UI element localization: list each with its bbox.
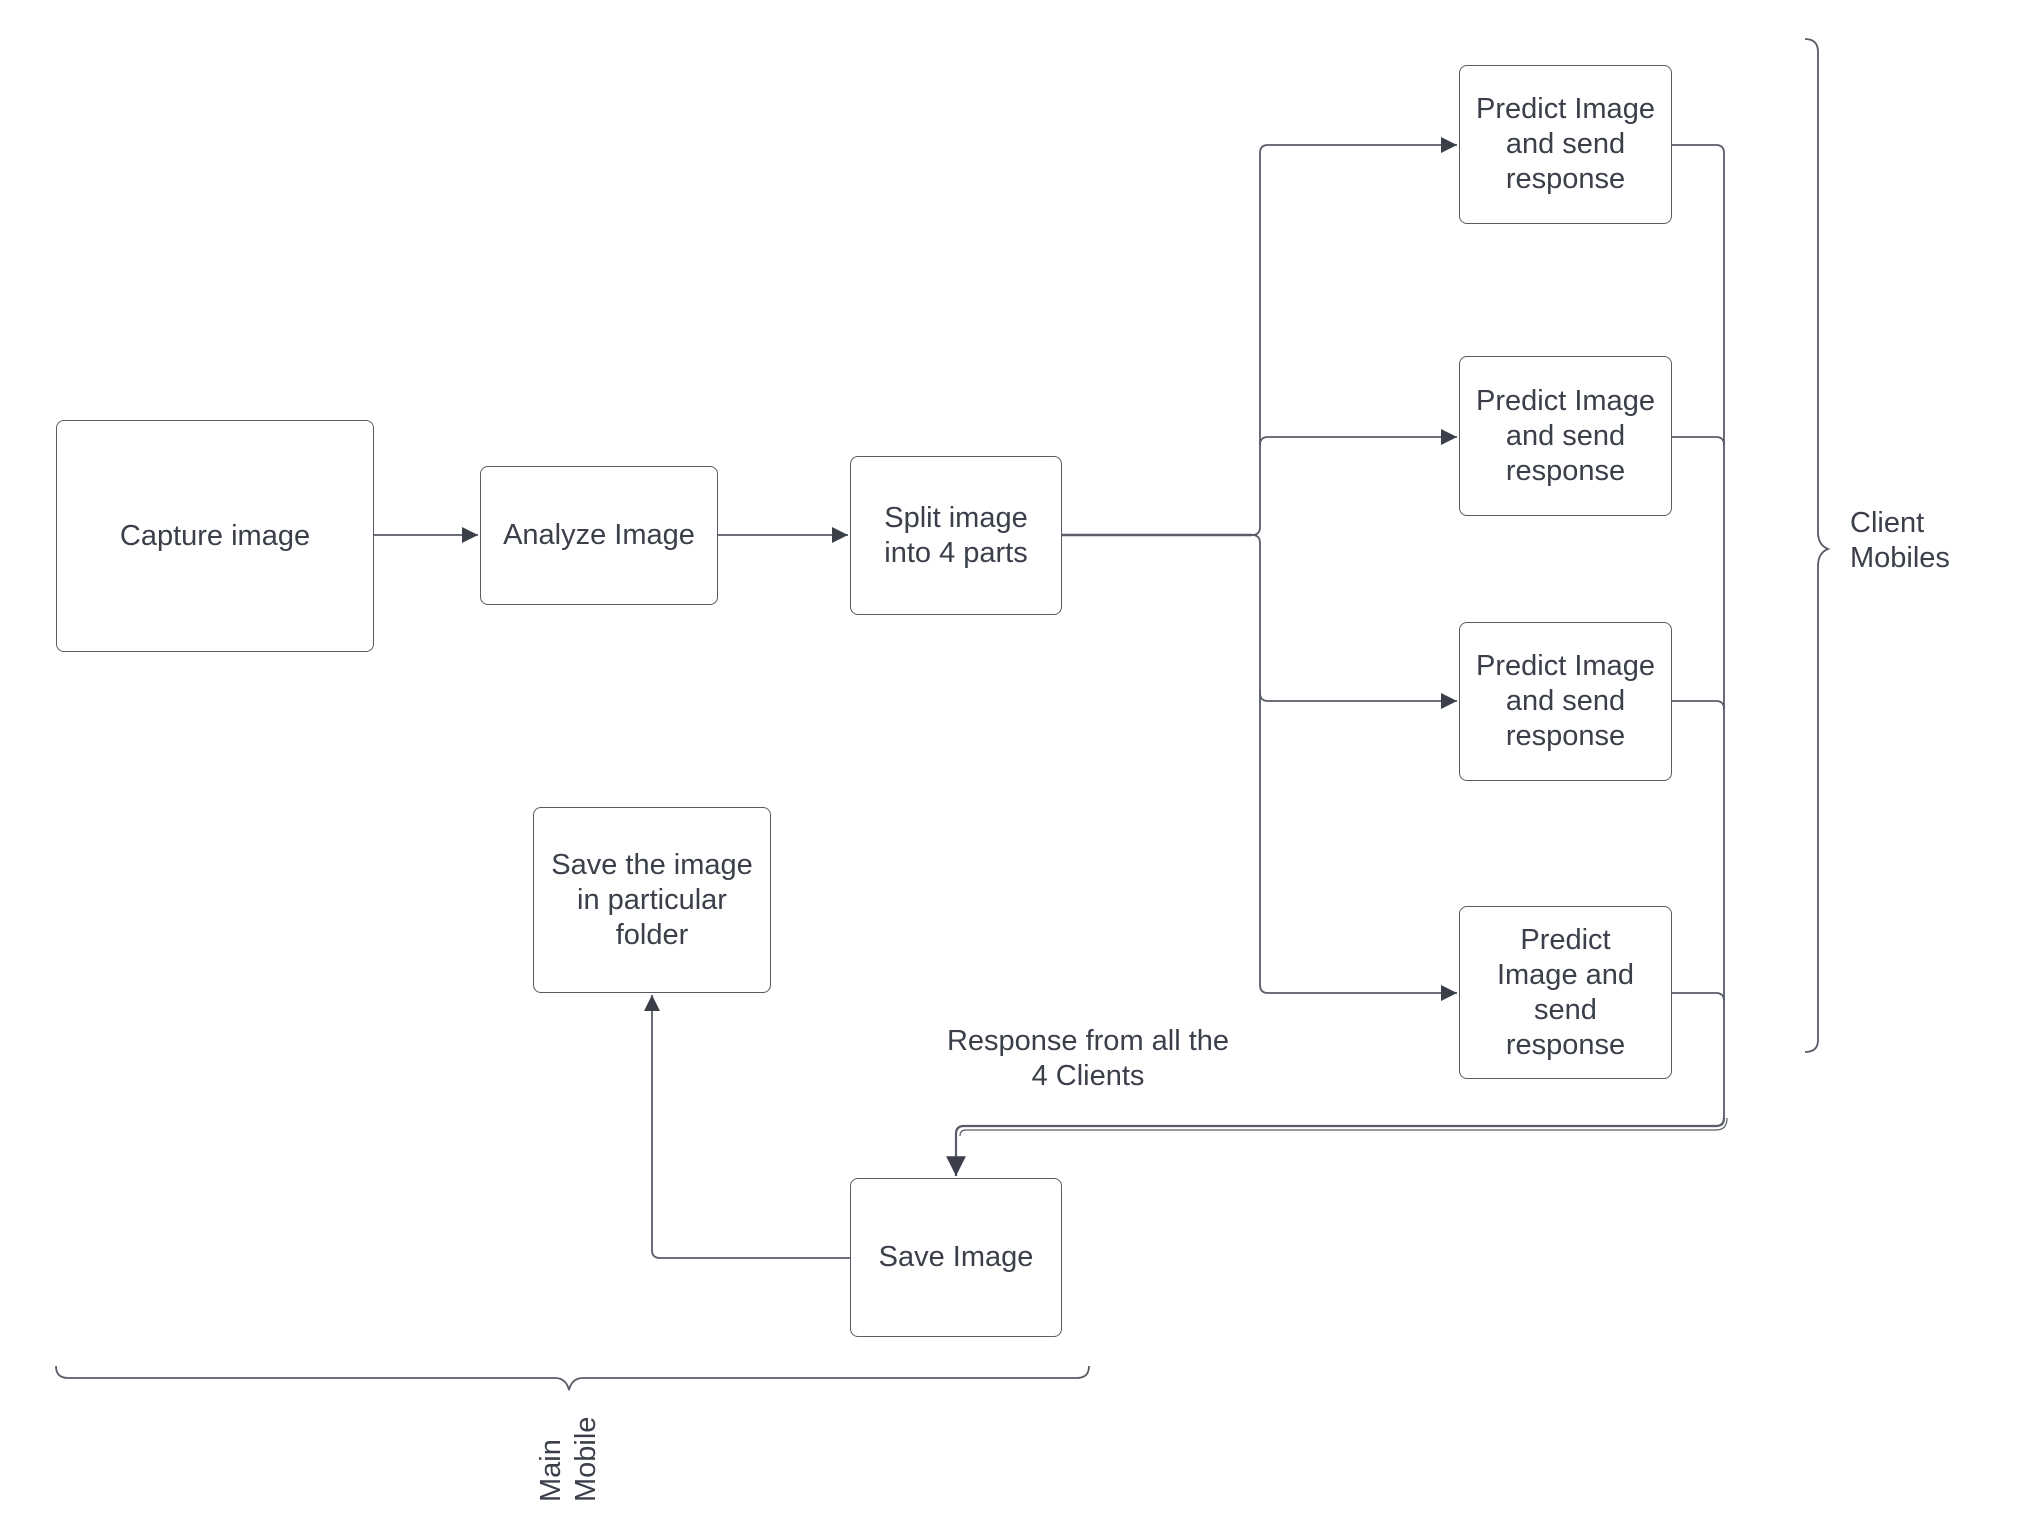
edge-predict1-return xyxy=(1672,144,1725,1118)
capture-image-node[interactable]: Capture image xyxy=(56,420,374,652)
split-image-text: Split image into 4 parts xyxy=(884,501,1028,569)
response-label: Response from all the 4 Clients xyxy=(946,1025,1230,1092)
predict-node-2[interactable]: Predict Image and send response xyxy=(1459,356,1672,516)
edge-split-predict2 xyxy=(1259,428,1457,446)
edge-predict2-return xyxy=(1672,436,1725,446)
edge-split-predict1 xyxy=(1251,136,1457,536)
save-folder-node[interactable]: Save the image in particular folder xyxy=(533,807,771,993)
main-mobile-brace xyxy=(55,1365,1090,1391)
capture-image-text: Capture image xyxy=(119,519,311,552)
save-image-text: Save Image xyxy=(878,1241,1034,1273)
predict-text-4: Predict Image and send response xyxy=(1496,923,1635,1061)
predict-text-2: Predict Image and send response xyxy=(1476,384,1655,487)
client-mobiles-label: Client Mobiles xyxy=(1850,507,1950,574)
predict-node-4[interactable]: Predict Image and send response xyxy=(1459,906,1672,1079)
predict-text-3: Predict Image and send response xyxy=(1476,650,1655,752)
client-mobiles-brace xyxy=(1804,38,1831,1053)
edge-return-save-image xyxy=(946,1117,1726,1176)
edge-split-predict4 xyxy=(1259,690,1457,1002)
predict-node-1[interactable]: Predict Image and send response xyxy=(1459,65,1672,224)
edge-save-image-folder xyxy=(643,995,850,1259)
analyze-image-text: Analyze Image xyxy=(503,519,695,551)
main-mobile-label: Main Mobile xyxy=(535,1416,602,1502)
edge-predict3-return xyxy=(1672,700,1725,710)
edge-split-predict3 xyxy=(1251,534,1457,710)
save-image-node[interactable]: Save Image xyxy=(850,1178,1062,1337)
save-folder-text: Save the image in particular folder xyxy=(551,848,753,951)
analyze-image-node[interactable]: Analyze Image xyxy=(480,466,718,605)
predict-text-1: Predict Image and send response xyxy=(1476,93,1655,195)
split-image-node[interactable]: Split image into 4 parts xyxy=(850,456,1062,615)
predict-node-3[interactable]: Predict Image and send response xyxy=(1459,622,1672,781)
edge-predict4-return xyxy=(1672,992,1725,1002)
